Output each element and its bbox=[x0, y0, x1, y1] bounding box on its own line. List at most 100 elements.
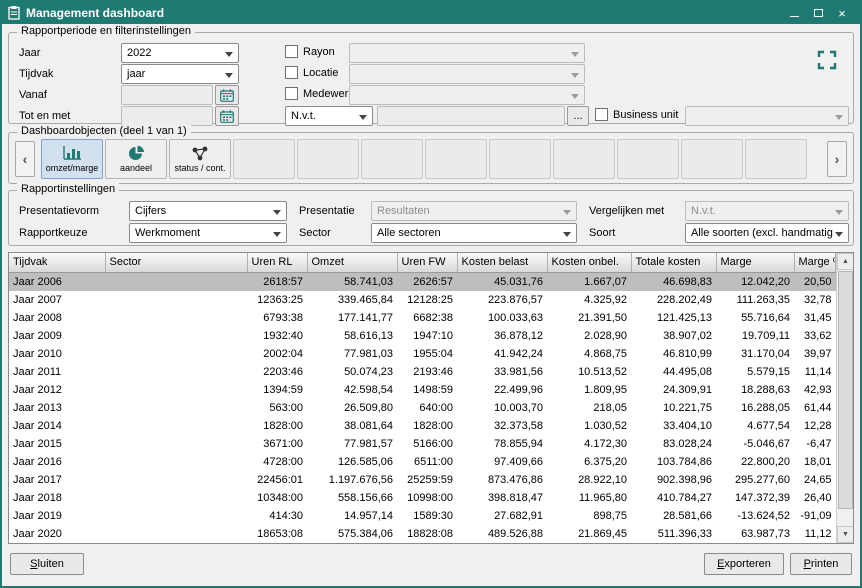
tot-en-met-label: Tot en met bbox=[19, 110, 70, 123]
table-cell: 28.581,66 bbox=[631, 507, 716, 525]
expand-button[interactable] bbox=[811, 45, 843, 75]
tot-en-met-input[interactable] bbox=[121, 106, 213, 126]
tot-en-met-calendar-button[interactable] bbox=[215, 106, 239, 126]
table-cell: 6793:38 bbox=[247, 309, 307, 327]
table-row[interactable]: Jaar 20112203:4650.074,232193:4633.981,5… bbox=[9, 363, 836, 381]
column-header[interactable]: Sector bbox=[105, 253, 247, 272]
table-cell: 33.404,10 bbox=[631, 417, 716, 435]
dashboard-slot-empty bbox=[617, 139, 679, 179]
table-cell: 4.325,92 bbox=[547, 291, 631, 309]
table-row[interactable]: Jaar 20102002:0477.981,031955:0441.942,2… bbox=[9, 345, 836, 363]
table-cell bbox=[105, 363, 247, 381]
business-unit-checkbox[interactable] bbox=[595, 108, 608, 121]
table-cell: 44.495,08 bbox=[631, 363, 716, 381]
table-row[interactable]: Jaar 20164728:00126.585,066511:0097.409,… bbox=[9, 453, 836, 471]
table-row[interactable]: Jaar 20091932:4058.616,131947:1036.878,1… bbox=[9, 327, 836, 345]
business-unit-label: Business unit bbox=[613, 109, 678, 121]
table-cell: 32.373,58 bbox=[457, 417, 547, 435]
vanaf-calendar-button[interactable] bbox=[215, 85, 239, 105]
table-row[interactable]: Jaar 202018653:08575.384,0618828:08489.5… bbox=[9, 525, 836, 543]
nvt-select[interactable]: N.v.t. bbox=[285, 106, 373, 126]
maximize-button[interactable] bbox=[806, 3, 830, 23]
scroll-up-icon[interactable]: ▲ bbox=[837, 253, 854, 270]
sector-select[interactable]: Alle sectoren bbox=[371, 223, 577, 243]
sluiten-button[interactable]: Sluiten bbox=[10, 553, 84, 575]
column-header[interactable]: Marge bbox=[716, 253, 794, 272]
table-cell: 2626:57 bbox=[397, 272, 457, 291]
table-cell: 1589:30 bbox=[397, 507, 457, 525]
table-cell: 398.818,47 bbox=[457, 489, 547, 507]
browse-button[interactable]: ... bbox=[567, 106, 589, 126]
table-row[interactable]: Jaar 20141828:0038.081,641828:0032.373,5… bbox=[9, 417, 836, 435]
locatie-select[interactable] bbox=[349, 64, 585, 84]
table-row[interactable]: Jaar 20062618:5758.741,032626:5745.031,7… bbox=[9, 272, 836, 291]
table-row[interactable]: Jaar 2019414:3014.957,141589:3027.682,91… bbox=[9, 507, 836, 525]
dashboard-item-omzet-marge[interactable]: omzet/marge bbox=[41, 139, 103, 179]
medewerker-select[interactable] bbox=[349, 85, 585, 105]
rayon-label: Rayon bbox=[303, 46, 335, 58]
scrollbar-thumb[interactable] bbox=[838, 271, 853, 509]
table-row[interactable]: Jaar 20121394:5942.598,541498:5922.499,9… bbox=[9, 381, 836, 399]
close-button[interactable]: × bbox=[830, 3, 854, 23]
vertical-scrollbar[interactable]: ▲ ▼ bbox=[836, 253, 853, 543]
table-cell: 1394:59 bbox=[247, 381, 307, 399]
sector-label: Sector bbox=[299, 227, 331, 240]
table-cell: 177.141,77 bbox=[307, 309, 397, 327]
column-header[interactable]: Uren FW bbox=[397, 253, 457, 272]
dashboard-slot-empty bbox=[745, 139, 807, 179]
table-cell: 16.288,05 bbox=[716, 399, 794, 417]
rayon-checkbox[interactable] bbox=[285, 45, 298, 58]
table-cell: 28.922,10 bbox=[547, 471, 631, 489]
table-cell: 18.288,63 bbox=[716, 381, 794, 399]
column-header[interactable]: Kosten belast bbox=[457, 253, 547, 272]
table-cell: Jaar 2008 bbox=[9, 309, 105, 327]
table-cell: 6682:38 bbox=[397, 309, 457, 327]
dashboard-next-button[interactable]: › bbox=[827, 141, 847, 177]
dashboard-item-status-cont[interactable]: status / cont. bbox=[169, 139, 231, 179]
locatie-checkbox[interactable] bbox=[285, 66, 298, 79]
dashboard-item-aandeel[interactable]: aandeel bbox=[105, 139, 167, 179]
table-cell: 1498:59 bbox=[397, 381, 457, 399]
soort-select[interactable]: Alle soorten (excl. handmatig bbox=[685, 223, 849, 243]
chevron-down-icon bbox=[563, 210, 571, 215]
table-cell: 58.741,03 bbox=[307, 272, 397, 291]
table-cell: 18,01 bbox=[794, 453, 836, 471]
tijdvak-select[interactable]: jaar bbox=[121, 64, 239, 84]
table-cell: Jaar 2010 bbox=[9, 345, 105, 363]
table-cell: 21.869,45 bbox=[547, 525, 631, 543]
column-header[interactable]: Uren RL bbox=[247, 253, 307, 272]
business-unit-select[interactable] bbox=[685, 106, 849, 126]
table-cell: 1.030,52 bbox=[547, 417, 631, 435]
jaar-select[interactable]: 2022 bbox=[121, 43, 239, 63]
table-cell: 1955:04 bbox=[397, 345, 457, 363]
column-header[interactable]: Totale kosten bbox=[631, 253, 716, 272]
column-header[interactable]: Kosten onbel. bbox=[547, 253, 631, 272]
table-cell: 339.465,84 bbox=[307, 291, 397, 309]
table-row[interactable]: Jaar 20086793:38177.141,776682:38100.033… bbox=[9, 309, 836, 327]
printen-button[interactable]: Printen bbox=[790, 553, 852, 575]
table-cell: 25259:59 bbox=[397, 471, 457, 489]
table-cell: 27.682,91 bbox=[457, 507, 547, 525]
table-row[interactable]: Jaar 201810348:00558.156,6610998:00398.8… bbox=[9, 489, 836, 507]
rapportkeuze-select[interactable]: Werkmoment bbox=[129, 223, 287, 243]
column-header[interactable]: Tijdvak bbox=[9, 253, 105, 272]
column-header[interactable]: Omzet bbox=[307, 253, 397, 272]
column-header[interactable]: Marge % bbox=[794, 253, 836, 272]
presentatie-select[interactable]: Resultaten bbox=[371, 201, 577, 221]
table-row[interactable]: Jaar 200712363:25339.465,8412128:25223.8… bbox=[9, 291, 836, 309]
minimize-button[interactable] bbox=[782, 3, 806, 23]
exporteren-button[interactable]: Exporteren bbox=[704, 553, 784, 575]
medewerker-checkbox[interactable] bbox=[285, 87, 298, 100]
filter-group-title: Rapportperiode en filterinstellingen bbox=[17, 25, 195, 37]
rayon-select[interactable] bbox=[349, 43, 585, 63]
table-cell: 575.384,06 bbox=[307, 525, 397, 543]
presentatievorm-select[interactable]: Cijfers bbox=[129, 201, 287, 221]
vanaf-input[interactable] bbox=[121, 85, 213, 105]
vrij-veld-input[interactable] bbox=[377, 106, 565, 126]
table-row[interactable]: Jaar 201722456:011.197.676,5625259:59873… bbox=[9, 471, 836, 489]
table-row[interactable]: Jaar 2013563:0026.509,80640:0010.003,702… bbox=[9, 399, 836, 417]
scroll-down-icon[interactable]: ▼ bbox=[837, 526, 854, 543]
vergelijken-met-select[interactable]: N.v.t. bbox=[685, 201, 849, 221]
table-row[interactable]: Jaar 20153671:0077.981,575166:0078.855,9… bbox=[9, 435, 836, 453]
calendar-icon bbox=[220, 89, 234, 102]
